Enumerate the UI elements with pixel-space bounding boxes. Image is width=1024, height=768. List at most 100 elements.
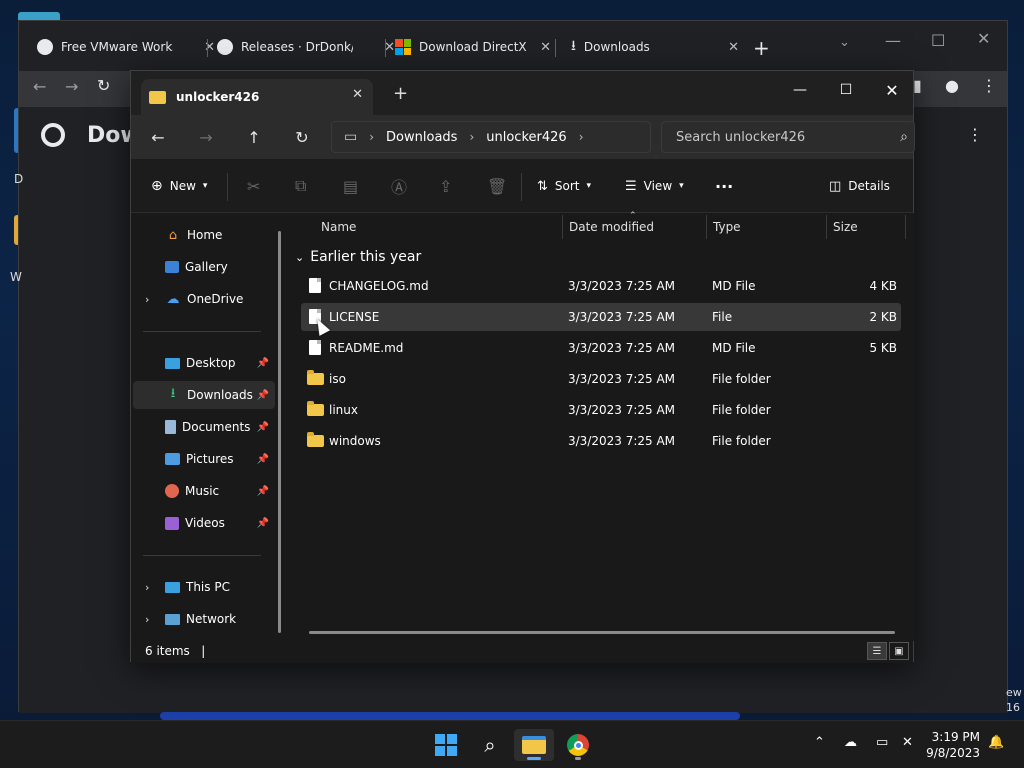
table-row[interactable]: LICENSE 3/3/2023 7:25 AM File 2 KB [301,303,901,331]
column-header-size[interactable]: Size [825,213,905,241]
sidebar-item-videos[interactable]: Videos 📌 [133,509,275,537]
minimize-icon[interactable]: — [885,31,901,50]
sidebar-item-downloads[interactable]: ⭳ Downloads 📌 [133,381,275,409]
close-icon[interactable]: ✕ [728,40,739,55]
maximize-button[interactable]: ☐ [823,75,869,105]
new-button[interactable]: ⊕ New ▾ [151,173,207,199]
new-tab-icon[interactable]: + [393,83,408,104]
search-button[interactable]: ⌕ [470,729,510,761]
refresh-button[interactable]: ↻ [289,125,315,149]
chrome-icon [567,734,589,756]
sidebar-item-desktop[interactable]: Desktop 📌 [133,349,275,377]
chevron-right-icon[interactable]: › [469,130,474,144]
address-bar[interactable]: ▭ › Downloads › unlocker426 › [331,121,651,153]
view-button[interactable]: ☰ View ▾ [625,173,684,199]
pin-icon[interactable]: 📌 [257,486,269,497]
up-button[interactable]: ↑ [241,125,267,149]
chevron-down-icon[interactable]: ⌄ [839,35,850,50]
tiles-view-button[interactable]: ▣ [889,642,909,660]
rename-button[interactable]: Ⓐ [391,173,407,199]
search-input[interactable]: Search unlocker426 ⌕ [661,121,915,153]
pin-icon[interactable]: 📌 [257,390,269,401]
videos-icon [165,516,179,530]
breadcrumb-unlocker426[interactable]: unlocker426 [486,130,566,145]
pin-icon[interactable]: 📌 [257,518,269,529]
clock-time: 3:19 PM [931,730,980,744]
explorer-tab[interactable]: unlocker426 ✕ [141,79,373,115]
column-separator[interactable] [905,215,906,239]
sidebar-item-this-pc[interactable]: › This PC [133,573,275,601]
chevron-up-icon[interactable]: ⌃ [814,735,825,750]
chevron-right-icon[interactable]: › [579,130,584,144]
sidebar-item-music[interactable]: Music 📌 [133,477,275,505]
chrome-menu-icon[interactable]: ⋮ [967,125,983,144]
details-button[interactable]: ◫ Details [829,173,890,199]
more-options-button[interactable]: ··· [715,173,733,199]
file-explorer-window[interactable]: unlocker426 ✕ + — ☐ ✕ ← → ↑ ↻ ▭ › Downlo… [130,70,915,663]
chevron-right-icon[interactable]: › [369,130,374,144]
file-explorer-taskbar-button[interactable] [514,729,554,761]
chrome-tab-3[interactable]: Download DirectX End-User Runtime ✕ [395,33,551,61]
volume-muted-icon[interactable]: ✕ [902,735,913,750]
copy-button[interactable]: ⧉ [295,173,306,199]
breadcrumb-downloads[interactable]: Downloads [386,130,457,145]
sidebar-item-network[interactable]: › Network [133,605,275,633]
close-icon[interactable]: ✕ [977,29,990,48]
table-row[interactable]: CHANGELOG.md 3/3/2023 7:25 AM MD File 4 … [301,272,901,300]
pin-icon[interactable]: 📌 [257,358,269,369]
maximize-icon[interactable]: ☐ [931,31,945,50]
chrome-taskbar-button[interactable] [558,729,598,761]
explorer-tab-title: unlocker426 [176,90,260,104]
paste-button[interactable]: ▤ [343,173,358,199]
sidebar-item-onedrive[interactable]: › ☁ OneDrive [133,285,275,313]
close-icon[interactable]: ✕ [204,40,215,55]
table-row[interactable]: windows 3/3/2023 7:25 AM File folder [301,427,901,455]
profile-icon[interactable]: ● [945,76,959,95]
column-header-label: Name [321,220,357,234]
forward-icon[interactable]: → [65,77,78,96]
close-icon[interactable]: ✕ [540,40,551,55]
onedrive-offline-icon[interactable]: ☁ [844,735,857,750]
running-indicator [575,757,581,760]
back-icon[interactable]: ← [33,77,46,96]
sidebar-scrollbar[interactable] [278,231,281,633]
chrome-tab-2[interactable]: Releases · DrDonk/unlocker ✕ [217,33,395,61]
clock[interactable]: 3:19 PM 9/8/2023 [926,729,980,761]
minimize-button[interactable]: — [777,75,823,105]
new-tab-icon[interactable]: + [753,36,770,60]
table-row[interactable]: iso 3/3/2023 7:25 AM File folder [301,365,901,393]
notification-bell-icon[interactable]: 🔔 [988,735,1004,750]
share-button[interactable]: ⇪ [439,173,452,199]
sidebar-item-gallery[interactable]: Gallery [133,253,275,281]
details-view-button[interactable]: ☰ [867,642,887,660]
chevron-right-icon[interactable]: › [145,293,149,306]
column-header-name[interactable]: Name [313,213,561,241]
group-header[interactable]: ⌄ Earlier this year [295,245,421,269]
horizontal-scrollbar[interactable] [309,631,895,634]
search-icon[interactable]: ⌕ [900,129,908,145]
network-icon[interactable]: ▭ [876,735,888,750]
chrome-tab-1[interactable]: Free VMware Workstation ✕ [37,33,215,61]
back-button[interactable]: ← [145,125,171,149]
menu-icon[interactable]: ⋮ [981,76,997,95]
table-row[interactable]: linux 3/3/2023 7:25 AM File folder [301,396,901,424]
close-button[interactable]: ✕ [869,75,915,105]
close-icon[interactable]: ✕ [352,87,363,102]
delete-button[interactable]: 🗑 [487,173,507,199]
sidebar-item-label: Downloads [187,388,253,402]
pin-icon[interactable]: 📌 [257,422,269,433]
sort-button[interactable]: ⇅ Sort ▾ [537,173,591,199]
pin-icon[interactable]: 📌 [257,454,269,465]
chevron-right-icon[interactable]: › [145,581,149,594]
table-row[interactable]: README.md 3/3/2023 7:25 AM MD File 5 KB [301,334,901,362]
chrome-tab-4[interactable]: ⭳ Downloads ✕ [571,33,739,61]
chevron-right-icon[interactable]: › [145,613,149,626]
forward-button[interactable]: → [193,125,219,149]
column-header-type[interactable]: Type [705,213,825,241]
sidebar-item-pictures[interactable]: Pictures 📌 [133,445,275,473]
cut-button[interactable]: ✂ [247,173,260,199]
reload-icon[interactable]: ↻ [97,76,110,95]
sidebar-item-documents[interactable]: Documents 📌 [133,413,275,441]
sidebar-item-home[interactable]: ⌂ Home [133,221,275,249]
start-button[interactable] [426,729,466,761]
